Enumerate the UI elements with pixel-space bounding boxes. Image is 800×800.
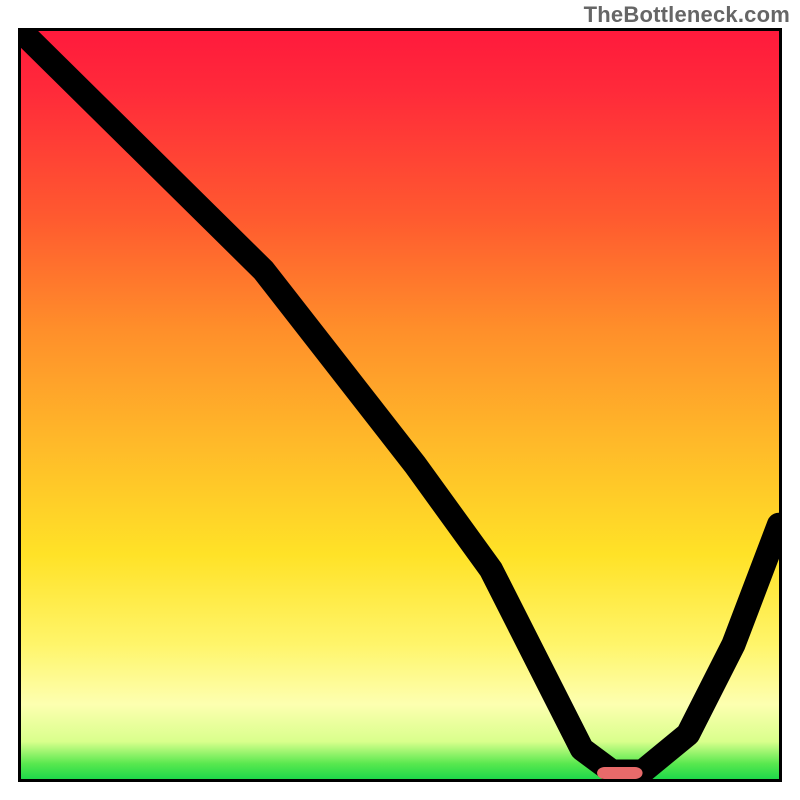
plot-svg — [21, 31, 779, 779]
chart-canvas: TheBottleneck.com — [0, 0, 800, 800]
bottleneck-curve — [21, 31, 779, 772]
watermark-text: TheBottleneck.com — [584, 2, 790, 28]
plot-area — [18, 28, 782, 782]
valley-marker — [597, 767, 642, 779]
